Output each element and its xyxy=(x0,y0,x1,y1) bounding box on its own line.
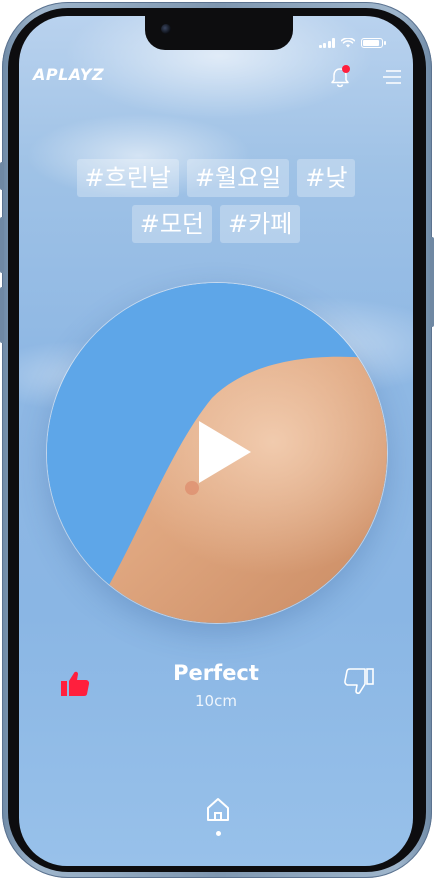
battery-icon xyxy=(361,38,386,48)
tag-chip[interactable]: #낮 xyxy=(297,159,356,197)
signal-icon xyxy=(318,38,335,48)
tag-chip[interactable]: #카페 xyxy=(220,205,301,243)
active-tab-indicator xyxy=(216,831,221,836)
tag-chip[interactable]: #월요일 xyxy=(186,159,290,197)
tag-chip[interactable]: #모던 xyxy=(131,205,212,243)
volume-up-button xyxy=(0,217,4,273)
app-logo[interactable]: APLAYZ xyxy=(33,65,104,84)
volume-down-button xyxy=(0,287,4,343)
home-icon[interactable] xyxy=(205,796,231,822)
power-button xyxy=(430,237,434,327)
app-screen: APLAYZ #흐린날 #월요일 #낮 #모던 #카페 Perfect 10cm xyxy=(19,16,413,866)
tag-chip[interactable]: #흐린날 xyxy=(76,159,179,197)
notification-dot xyxy=(342,65,350,73)
play-icon[interactable] xyxy=(197,419,253,485)
notch xyxy=(145,16,293,50)
mute-switch xyxy=(0,162,4,190)
wifi-icon xyxy=(341,38,355,48)
hamburger-menu-icon[interactable] xyxy=(383,69,401,85)
mood-tags: #흐린날 #월요일 #낮 #모던 #카페 xyxy=(19,159,413,243)
thumbs-down-icon[interactable] xyxy=(343,666,375,698)
front-camera xyxy=(161,24,171,34)
status-bar-icons xyxy=(318,36,386,48)
